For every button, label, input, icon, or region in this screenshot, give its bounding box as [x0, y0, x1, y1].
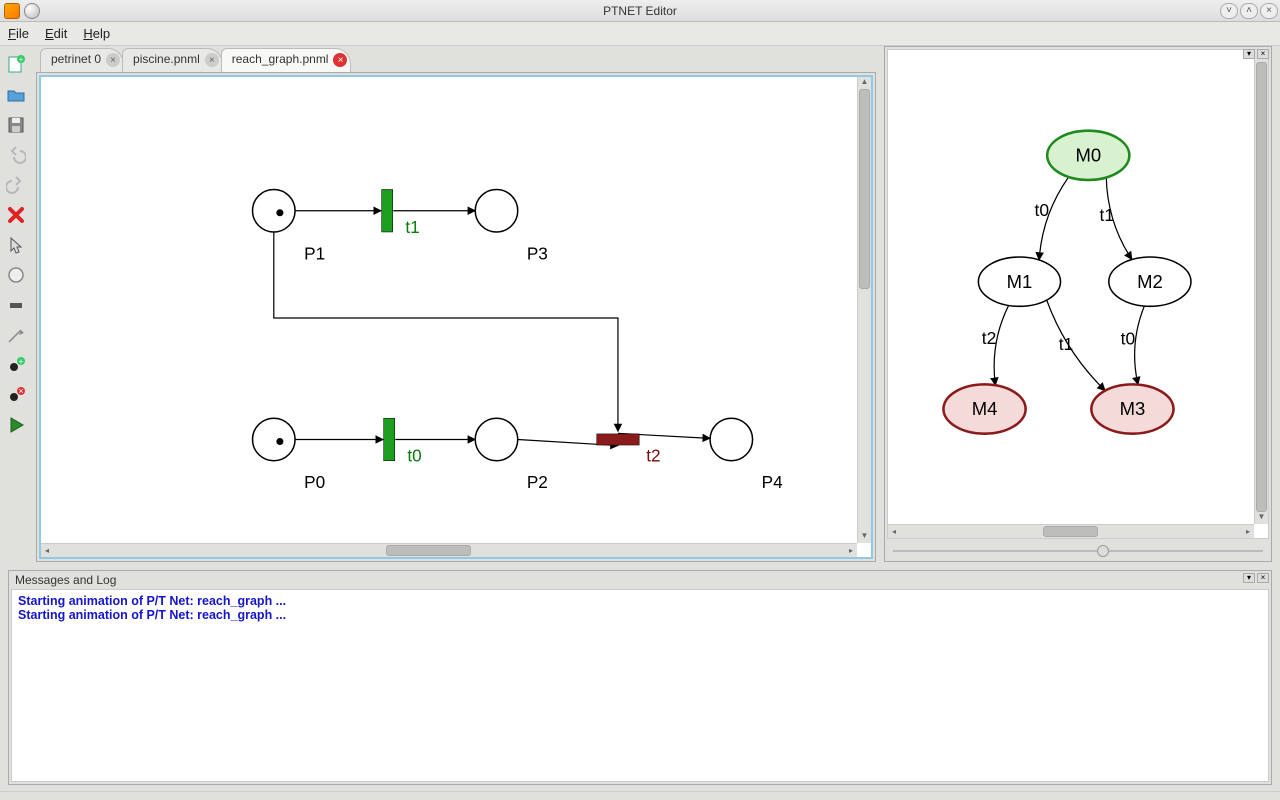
place-label: P4: [762, 472, 783, 492]
menu-edit[interactable]: Edit: [45, 26, 67, 41]
tab-reach-graph[interactable]: reach_graph.pnml ×: [221, 48, 352, 72]
place-label: P1: [304, 243, 325, 263]
svg-text:×: ×: [18, 386, 23, 396]
reach-edge[interactable]: [994, 305, 1008, 385]
tool-pointer[interactable]: [3, 232, 29, 258]
panel-collapse-icon[interactable]: ▾: [1243, 573, 1255, 583]
tab-close-icon[interactable]: ×: [106, 53, 120, 67]
tab-label: reach_graph.pnml: [232, 52, 329, 66]
tool-add-token[interactable]: +: [3, 352, 29, 378]
place-label: P3: [527, 243, 548, 263]
zoom-slider[interactable]: [893, 543, 1263, 559]
tool-place[interactable]: [3, 262, 29, 288]
svg-text:+: +: [19, 55, 24, 64]
reach-node-label: M1: [1007, 271, 1033, 292]
horizontal-scrollbar[interactable]: ◂ ▸: [888, 524, 1254, 538]
tool-transition[interactable]: [3, 292, 29, 318]
menu-help[interactable]: Help: [83, 26, 110, 41]
tool-new[interactable]: +: [3, 52, 29, 78]
tool-open[interactable]: [3, 82, 29, 108]
tool-arc[interactable]: [3, 322, 29, 348]
transition-t0[interactable]: t0: [384, 418, 422, 466]
vertical-scrollbar[interactable]: ▲ ▼: [857, 77, 871, 543]
vertical-scrollbar[interactable]: ▲ ▼: [1254, 50, 1268, 524]
tab-petrinet0[interactable]: petrinet 0 ×: [40, 48, 124, 72]
reach-edge-label: t1: [1099, 205, 1114, 225]
reach-edge-label: t0: [1035, 200, 1050, 220]
log-body[interactable]: Starting animation of P/T Net: reach_gra…: [11, 589, 1269, 782]
reach-node-label: M3: [1120, 398, 1146, 419]
panel-collapse-icon[interactable]: ▾: [1243, 49, 1255, 59]
toolbar: + + ×: [0, 46, 32, 570]
place-P0[interactable]: P0: [253, 418, 326, 492]
secondary-app-icon: [24, 3, 40, 19]
reach-node-M3[interactable]: M3: [1091, 384, 1173, 433]
panel-close-icon[interactable]: ×: [1257, 573, 1269, 583]
tool-remove-token[interactable]: ×: [3, 382, 29, 408]
reach-node-M2[interactable]: M2: [1109, 257, 1191, 306]
transition-t1[interactable]: t1: [382, 189, 420, 237]
token: [276, 438, 283, 445]
tool-delete[interactable]: [3, 202, 29, 228]
minimize-button[interactable]: ˅: [1220, 3, 1238, 19]
place-label: P0: [304, 472, 325, 492]
editor-frame: P1 P3 P0 P2 P4 t1 t0 t2 ▲ ▼ ◂ ▸: [36, 72, 876, 562]
panel-close-icon[interactable]: ×: [1257, 49, 1269, 59]
log-line: Starting animation of P/T Net: reach_gra…: [18, 608, 1262, 622]
menu-bar: File Edit Help: [0, 22, 1280, 46]
maximize-button[interactable]: ˄: [1240, 3, 1258, 19]
place-label: P2: [527, 472, 548, 492]
status-bar: [0, 791, 1280, 800]
tab-piscine[interactable]: piscine.pnml ×: [122, 48, 223, 72]
reach-edge[interactable]: [1135, 306, 1145, 385]
arc[interactable]: [274, 232, 618, 431]
log-panel: Messages and Log ▾ × Starting animation …: [8, 570, 1272, 785]
transition-label: t0: [407, 446, 421, 466]
place-P2[interactable]: P2: [475, 418, 548, 492]
reach-graph-canvas[interactable]: t0 t1 t2 t1 t0 M0 M1 M2 M4 M3: [888, 50, 1268, 538]
place-P3[interactable]: P3: [475, 189, 548, 263]
reach-edge[interactable]: [1047, 300, 1105, 390]
place-P1[interactable]: P1: [253, 189, 326, 263]
reach-node-M0[interactable]: M0: [1047, 131, 1129, 180]
title-bar: PTNET Editor ˅ ˄ ×: [0, 0, 1280, 22]
tool-undo: [3, 142, 29, 168]
tool-animate[interactable]: [3, 412, 29, 438]
reach-canvas-host[interactable]: t0 t1 t2 t1 t0 M0 M1 M2 M4 M3 ▲ ▼ ◂ ▸: [887, 49, 1269, 539]
reach-edge-label: t2: [982, 328, 997, 348]
reach-edge-label: t1: [1059, 334, 1074, 354]
reach-node-label: M4: [972, 398, 998, 419]
reach-node-M4[interactable]: M4: [943, 384, 1025, 433]
reach-edge-label: t0: [1121, 329, 1136, 349]
app-icon: [4, 3, 20, 19]
tab-label: petrinet 0: [51, 52, 101, 66]
tab-row: petrinet 0 × piscine.pnml × reach_graph.…: [36, 46, 876, 72]
tool-save[interactable]: [3, 112, 29, 138]
window-title: PTNET Editor: [603, 4, 677, 18]
menu-file[interactable]: File: [8, 26, 29, 41]
close-window-button[interactable]: ×: [1260, 3, 1278, 19]
horizontal-scrollbar[interactable]: ◂ ▸: [41, 543, 857, 557]
log-title: Messages and Log: [9, 571, 1271, 589]
reach-node-label: M0: [1075, 145, 1101, 166]
reach-node-label: M2: [1137, 271, 1163, 292]
canvas-host[interactable]: P1 P3 P0 P2 P4 t1 t0 t2 ▲ ▼ ◂ ▸: [39, 75, 873, 559]
transition-label: t2: [646, 446, 660, 466]
token: [276, 209, 283, 216]
place-P4[interactable]: P4: [710, 418, 783, 492]
tool-redo: [3, 172, 29, 198]
tab-close-icon[interactable]: ×: [205, 53, 219, 67]
tab-close-icon[interactable]: ×: [333, 53, 347, 67]
tab-label: piscine.pnml: [133, 52, 200, 66]
reach-graph-frame: ▾ × t0 t1 t2 t1 t0 M0 M1 M2 M4 M3 ▲ ▼: [884, 46, 1272, 562]
petri-net-canvas[interactable]: P1 P3 P0 P2 P4 t1 t0 t2: [41, 77, 871, 557]
svg-text:+: +: [19, 357, 24, 366]
transition-t2[interactable]: t2: [597, 434, 661, 466]
transition-label: t1: [405, 217, 419, 237]
log-line: Starting animation of P/T Net: reach_gra…: [18, 594, 1262, 608]
reach-node-M1[interactable]: M1: [978, 257, 1060, 306]
